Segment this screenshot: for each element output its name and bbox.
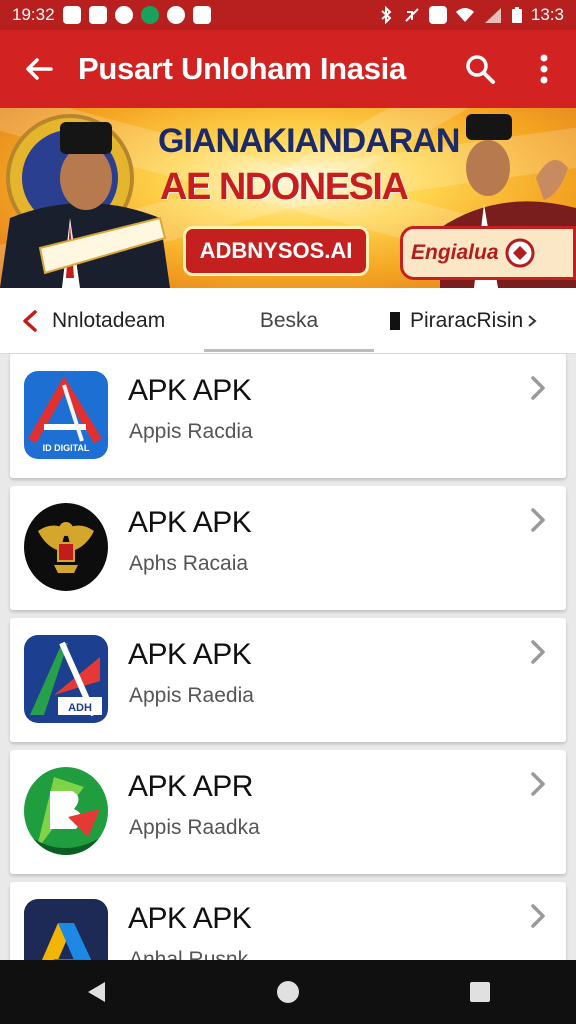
app-subtitle: Appis Raadka	[129, 816, 260, 839]
signal-icon	[484, 8, 501, 23]
app-name: APK APK	[128, 506, 252, 539]
wifi-icon	[455, 8, 474, 22]
app-name: APK APK	[128, 374, 252, 407]
garuda-emblem-icon	[24, 503, 108, 591]
back-arrow-icon	[26, 58, 53, 80]
app-name: APK APR	[128, 770, 253, 803]
tab-label: Beska	[259, 308, 319, 332]
back-button[interactable]	[0, 30, 78, 108]
list-item[interactable]: APK APK Aphs Racaia	[10, 486, 566, 610]
status-time: 19:32	[12, 5, 55, 24]
bluetooth-icon	[381, 6, 392, 24]
promo-banner[interactable]: GIANAKIANDARAN AE NDONESIA ADBNYSOS.AI E…	[0, 108, 576, 288]
app-name: APK APK	[128, 638, 252, 671]
tab-marker-icon	[390, 311, 400, 330]
banner-badge: Engialua	[400, 226, 576, 280]
nav-back-button[interactable]	[66, 960, 126, 1024]
banner-headline: GIANAKIANDARAN	[158, 122, 460, 160]
circle-home-icon	[277, 981, 299, 1003]
chevron-right-icon	[528, 314, 537, 327]
emblem-icon	[505, 238, 535, 268]
page-title: Pusart Unloham Inasia	[78, 51, 406, 86]
tab-label: PiraracRisin	[410, 308, 524, 332]
triangle-back-icon	[88, 982, 105, 1002]
chevron-left-icon	[23, 309, 37, 332]
notification-icon	[88, 6, 107, 24]
app-bar: Pusart Unloham Inasia	[0, 30, 576, 108]
notification-icon	[192, 6, 211, 24]
ar-logo-icon: ADH	[24, 635, 108, 723]
notification-icon	[62, 6, 81, 24]
list-item[interactable]: ADH APK APK Appis Raedia	[10, 618, 566, 742]
red-a-logo-icon: ID DIGITAL	[24, 371, 108, 459]
app-subtitle: Aphs Racaia	[129, 552, 249, 575]
category-tabs: Nnlotadeam Beska PiraracRisin	[0, 288, 576, 354]
status-time-right: 13:3	[530, 5, 564, 24]
mute-icon	[405, 8, 419, 22]
chevron-right-icon	[531, 904, 545, 928]
app-subtitle: Appis Raedia	[129, 684, 254, 707]
tab-active[interactable]: Beska	[204, 288, 374, 354]
banner-left-figure	[0, 114, 170, 288]
notification-icon	[140, 6, 159, 24]
nfc-icon	[428, 6, 447, 24]
list-item[interactable]: APK APR Appis Raadka	[10, 750, 566, 874]
chevron-right-icon	[531, 376, 545, 400]
overflow-menu-button[interactable]	[512, 30, 576, 108]
banner-cta-button[interactable]: ADBNYSOS.AI	[183, 226, 369, 276]
more-vert-icon	[540, 54, 548, 84]
nav-recents-button[interactable]	[450, 960, 510, 1024]
app-name: APK APK	[128, 902, 252, 935]
chevron-right-icon	[531, 640, 545, 664]
status-bar: 19:32 13:3	[0, 0, 576, 30]
system-nav-bar	[0, 960, 576, 1024]
search-button[interactable]	[448, 30, 512, 108]
chevron-right-icon	[531, 508, 545, 532]
notification-icon	[114, 6, 133, 24]
green-b-logo-icon	[24, 767, 108, 855]
square-recents-icon	[470, 982, 490, 1002]
icon-caption: ADH	[68, 702, 92, 714]
banner-badge-label: Engialua	[411, 241, 499, 264]
notification-icon	[166, 6, 185, 24]
app-subtitle: Appis Racdia	[129, 420, 253, 443]
list-item[interactable]: ID DIGITAL APK APK Appis Racdia	[10, 354, 566, 478]
icon-caption: ID DIGITAL	[43, 443, 90, 453]
tab-indicator	[204, 348, 374, 352]
battery-icon	[511, 7, 522, 23]
tab-prev[interactable]: Nnlotadeam	[0, 288, 200, 354]
chevron-right-icon	[531, 772, 545, 796]
tab-next[interactable]: PiraracRisin	[374, 288, 572, 354]
banner-headline-secondary: AE NDONESIA	[160, 166, 409, 208]
tab-label: Nnlotadeam	[52, 308, 166, 332]
nav-home-button[interactable]	[258, 960, 318, 1024]
search-icon	[466, 55, 495, 84]
